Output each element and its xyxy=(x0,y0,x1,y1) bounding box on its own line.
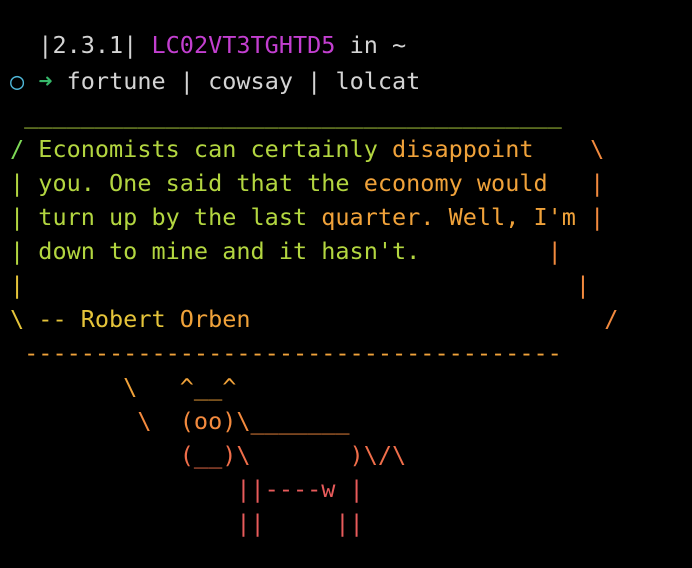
in-label: in xyxy=(349,31,378,59)
speech-bubble-line: \ -- Robert Orben / xyxy=(10,305,619,333)
cow-art-line: (__)\ )\/\ xyxy=(10,441,407,469)
speech-bubble-line: | | xyxy=(10,271,591,299)
cow-art-line: \ ^__^ xyxy=(10,373,237,401)
speech-bubble-line: | you. One said that the economy would | xyxy=(10,169,605,197)
status-circle-icon: ○ xyxy=(10,67,25,95)
version-label: |2.3.1| xyxy=(38,31,138,59)
terminal-window[interactable]: |2.3.1| LC02VT3TGHTD5 in ~ ○ ➜ fortune |… xyxy=(0,0,692,568)
command-text: fortune | cowsay | lolcat xyxy=(66,67,421,95)
speech-bubble-line: | down to mine and it hasn't. | xyxy=(10,237,562,265)
cow-art-line: || || xyxy=(10,509,364,537)
prompt-header: |2.3.1| LC02VT3TGHTD5 in ~ xyxy=(10,28,406,62)
cwd-label: ~ xyxy=(392,31,407,59)
speech-bubble-top-border: ______________________________________ xyxy=(10,101,562,129)
cow-art-line: \ (oo)\_______ xyxy=(10,407,350,435)
command-line[interactable]: ○ ➜ fortune | cowsay | lolcat xyxy=(10,64,420,98)
speech-bubble-bottom-border: -------------------------------------- xyxy=(10,339,562,367)
speech-bubble-line: | turn up by the last quarter. Well, I'm… xyxy=(10,203,605,231)
hostname-label: LC02VT3TGHTD5 xyxy=(151,31,336,59)
arrow-icon: ➜ xyxy=(38,67,53,95)
speech-bubble-line: / Economists can certainly disappoint \ xyxy=(10,135,605,163)
cow-art-line: ||----w | xyxy=(10,475,364,503)
